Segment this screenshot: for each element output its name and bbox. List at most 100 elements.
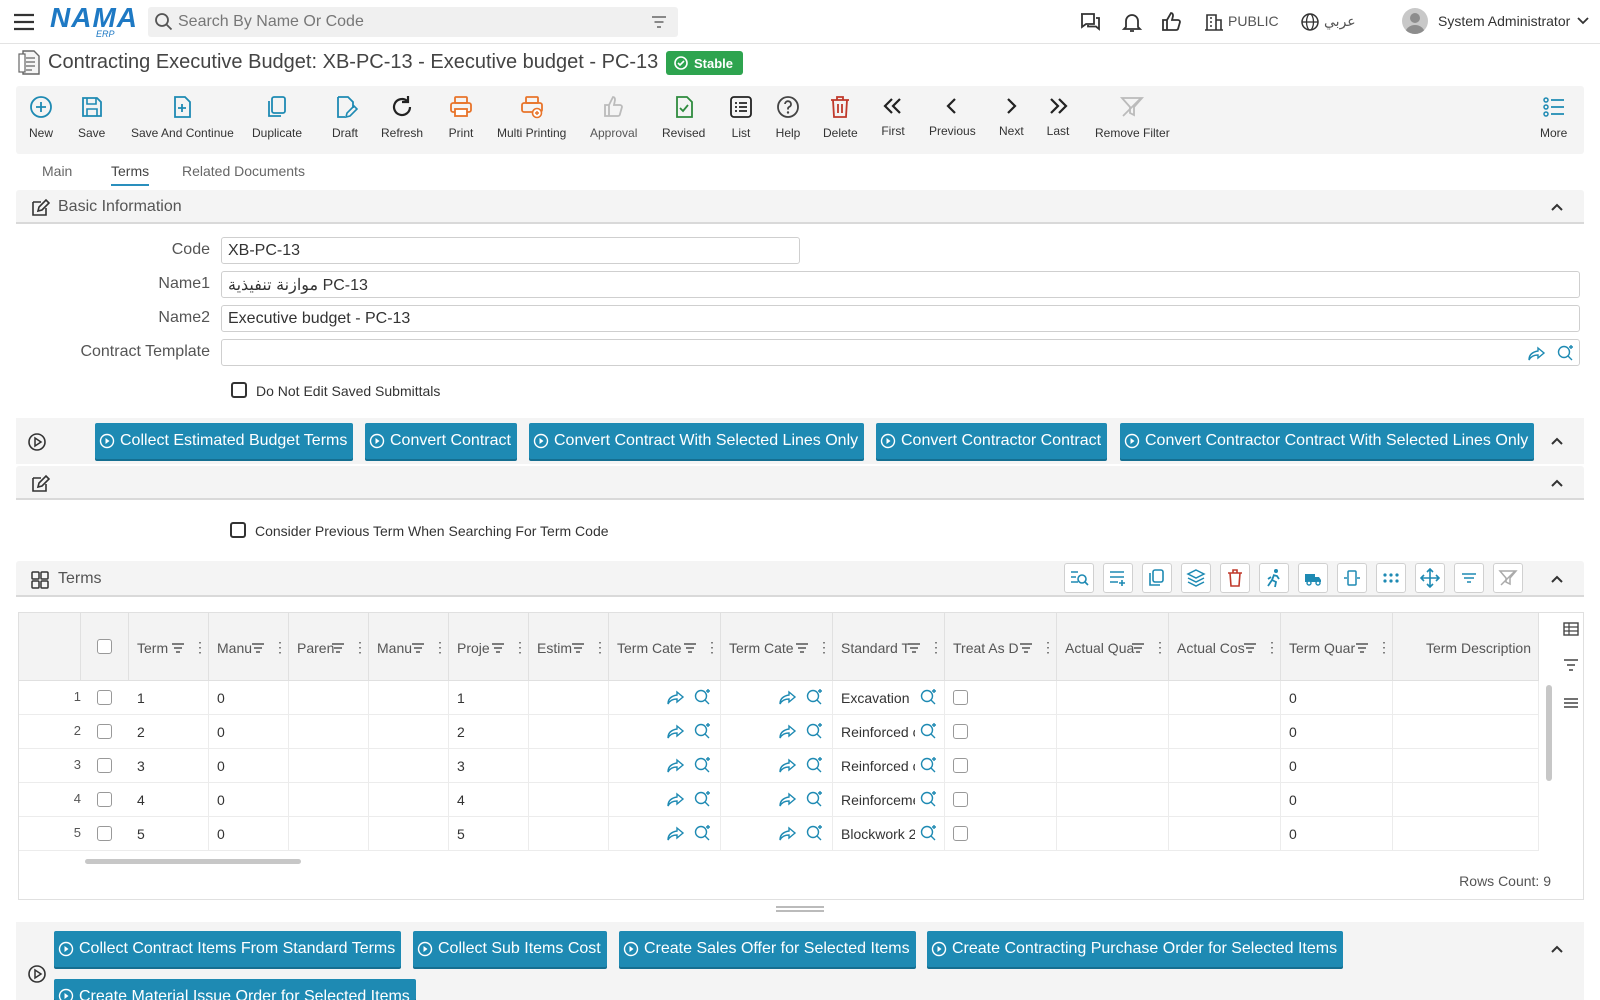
multi-printing-button[interactable]: Multi Printing	[497, 94, 566, 140]
search-icon[interactable]	[154, 12, 174, 32]
row-checkbox[interactable]	[97, 690, 112, 705]
tab-terms[interactable]: Terms	[111, 163, 150, 186]
search-plus-icon[interactable]	[805, 790, 823, 808]
table-cell[interactable]: 4	[129, 783, 209, 817]
table-cell[interactable]	[1393, 715, 1539, 749]
table-cell[interactable]	[1169, 715, 1281, 749]
column-menu-icon[interactable]: ⋮	[353, 639, 367, 656]
column-header[interactable]: Paren ⋮	[289, 613, 369, 681]
column-menu-icon[interactable]: ⋮	[593, 639, 607, 656]
table-cell[interactable]: 5	[449, 817, 529, 851]
treat-as-checkbox[interactable]	[953, 826, 968, 841]
table-cell[interactable]	[721, 681, 833, 715]
chevron-up-icon[interactable]	[1550, 200, 1564, 214]
column-menu-icon[interactable]: ⋮	[433, 639, 447, 656]
print-button[interactable]: Print	[448, 94, 474, 140]
new-button[interactable]: New	[28, 94, 54, 140]
avatar[interactable]	[1402, 8, 1428, 34]
table-cell[interactable]	[945, 715, 1057, 749]
table-cell[interactable]	[1169, 783, 1281, 817]
table-cell[interactable]	[529, 817, 609, 851]
table-cell[interactable]	[289, 817, 369, 851]
search-plus-icon[interactable]	[805, 824, 823, 842]
filter-icon[interactable]	[1243, 642, 1257, 654]
table-cell[interactable]	[945, 783, 1057, 817]
globe-icon[interactable]	[1300, 12, 1320, 32]
tab-main[interactable]: Main	[42, 163, 72, 179]
chevron-up-icon[interactable]	[1550, 476, 1564, 490]
convert-contract-button[interactable]: Convert Contract	[365, 423, 517, 459]
table-cell[interactable]: 2	[449, 715, 529, 749]
share-icon[interactable]	[779, 824, 797, 842]
table-row[interactable]: 2 2 0 2 Reinforced c 0	[19, 715, 1539, 749]
table-cell[interactable]: 2	[129, 715, 209, 749]
filter-icon[interactable]	[907, 642, 921, 654]
search-plus-icon[interactable]	[693, 790, 711, 808]
convert-contract-selected-lines-button[interactable]: Convert Contract With Selected Lines Onl…	[529, 423, 865, 459]
table-cell[interactable]	[1393, 783, 1539, 817]
table-cell[interactable]	[609, 715, 721, 749]
table-cell[interactable]	[609, 681, 721, 715]
search-plus-icon[interactable]	[1556, 344, 1574, 362]
search-plus-icon[interactable]	[805, 756, 823, 774]
resize-handle[interactable]	[776, 906, 824, 912]
table-cell[interactable]	[1057, 715, 1169, 749]
create-sales-offer-button[interactable]: Create Sales Offer for Selected Items	[619, 931, 916, 967]
table-cell[interactable]: Reinforced c	[833, 715, 945, 749]
row-checkbox[interactable]	[97, 758, 112, 773]
table-row[interactable]: 4 4 0 4 Reinforceme 0	[19, 783, 1539, 817]
table-cell[interactable]	[289, 715, 369, 749]
table-cell[interactable]	[529, 783, 609, 817]
filter-icon[interactable]	[1563, 657, 1579, 673]
table-cell[interactable]	[721, 715, 833, 749]
copy-icon[interactable]	[1142, 563, 1172, 593]
duplicate-button[interactable]: Duplicate	[252, 94, 302, 140]
table-cell[interactable]: 0	[1281, 715, 1393, 749]
table-cell[interactable]: Reinforced c	[833, 749, 945, 783]
table-cell[interactable]	[369, 817, 449, 851]
table-cell[interactable]	[609, 783, 721, 817]
treat-as-checkbox[interactable]	[953, 724, 968, 739]
filter-icon[interactable]	[650, 13, 668, 31]
search-plus-icon[interactable]	[693, 688, 711, 706]
search-list-icon[interactable]	[1064, 563, 1094, 593]
table-cell[interactable]	[721, 783, 833, 817]
share-icon[interactable]	[779, 722, 797, 740]
vertical-scrollbar[interactable]	[1546, 685, 1552, 781]
table-cell[interactable]	[369, 749, 449, 783]
table-cell[interactable]	[721, 817, 833, 851]
help-button[interactable]: Help	[775, 94, 801, 140]
table-row[interactable]: 3 3 0 3 Reinforced c 0	[19, 749, 1539, 783]
table-cell[interactable]: 0	[1281, 681, 1393, 715]
building-icon[interactable]	[1204, 12, 1224, 32]
convert-contractor-contract-selected-lines-button[interactable]: Convert Contractor Contract With Selecte…	[1120, 423, 1535, 459]
table-cell[interactable]: 0	[1281, 783, 1393, 817]
share-icon[interactable]	[667, 722, 685, 740]
thumbs-up-icon[interactable]	[1160, 10, 1184, 34]
column-header[interactable]: Treat As D ⋮	[945, 613, 1057, 681]
column-header[interactable]: Actual Cos ⋮	[1169, 613, 1281, 681]
row-checkbox[interactable]	[97, 724, 112, 739]
remove-filter-button[interactable]: Remove Filter	[1095, 94, 1170, 140]
table-cell[interactable]	[721, 749, 833, 783]
name1-field[interactable]	[221, 271, 1580, 298]
table-cell[interactable]	[1057, 783, 1169, 817]
column-header[interactable]: Term Quar ⋮	[1281, 613, 1393, 681]
table-cell[interactable]	[945, 681, 1057, 715]
table-cell[interactable]: 3	[129, 749, 209, 783]
chat-icon[interactable]	[1078, 10, 1102, 34]
table-cell[interactable]	[369, 681, 449, 715]
collect-sub-items-cost-button[interactable]: Collect Sub Items Cost	[413, 931, 607, 967]
column-header[interactable]: Estim ⋮	[529, 613, 609, 681]
table-cell[interactable]	[529, 715, 609, 749]
table-cell[interactable]: 0	[209, 681, 289, 715]
table-cell[interactable]: Blockwork 2	[833, 817, 945, 851]
table-cell[interactable]	[289, 783, 369, 817]
table-cell[interactable]	[1169, 749, 1281, 783]
chevron-up-icon[interactable]	[1550, 434, 1564, 448]
table-cell[interactable]	[1393, 681, 1539, 715]
share-icon[interactable]	[667, 824, 685, 842]
select-all-checkbox[interactable]	[97, 639, 112, 654]
share-icon[interactable]	[1528, 344, 1546, 362]
column-menu-icon[interactable]: ⋮	[705, 639, 719, 656]
